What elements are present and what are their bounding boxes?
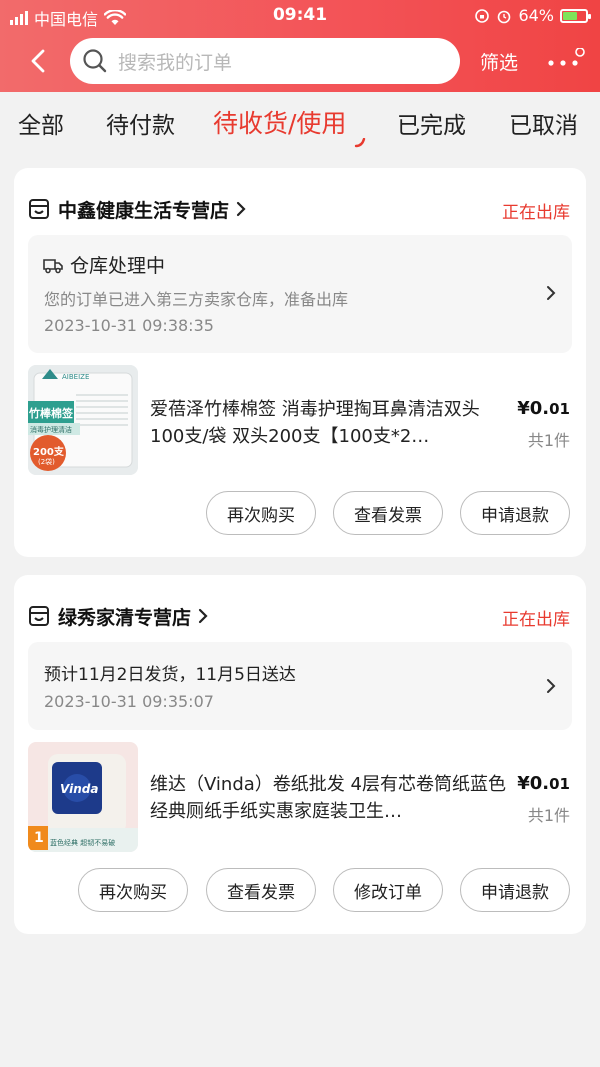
logistics-time: 2023-10-31 09:35:07 (44, 692, 214, 711)
battery-label: 64% (518, 6, 554, 25)
filter-button[interactable]: 筛选 (480, 48, 518, 75)
chevron-right-icon (547, 679, 556, 693)
product-thumbnail[interactable]: AIBEIZE 竹棒棉签 消毒护理清洁 200支 (2袋) (28, 365, 138, 475)
logistics-title-row: 仓库处理中 (42, 251, 165, 278)
thumb-badge-sub: (2袋) (38, 458, 55, 466)
price-main: ¥0. (517, 773, 550, 794)
more-icon[interactable] (546, 48, 586, 78)
product-thumbnail[interactable]: Vinda 1 蓝色经典 超韧不易破 (28, 742, 138, 852)
request-refund-button[interactable]: 申请退款 (460, 868, 570, 912)
product-price: ¥0.01 (517, 398, 570, 419)
modify-order-button[interactable]: 修改订单 (333, 868, 443, 912)
status-bar: 中国电信 09:41 64% (0, 0, 600, 32)
view-invoice-button[interactable]: 查看发票 (206, 868, 316, 912)
store-icon (29, 199, 49, 219)
active-tab-indicator (354, 138, 366, 148)
tab-completed[interactable]: 已完成 (397, 106, 466, 140)
view-invoice-button[interactable]: 查看发票 (333, 491, 443, 535)
thumb-brand-text: AIBEIZE (62, 373, 90, 381)
product-quantity: 共1件 (527, 431, 570, 450)
alarm-icon (498, 10, 511, 23)
store-name: 中鑫健康生活专营店 (58, 199, 230, 222)
tab-all[interactable]: 全部 (18, 106, 64, 140)
logistics-title: 仓库处理中 (70, 255, 166, 277)
order-card[interactable]: 中鑫健康生活专营店 正在出库 仓库处理中 您的订单已进入第三方卖家仓库，准备出库… (14, 168, 586, 557)
rotation-lock-icon (475, 8, 490, 23)
product-quantity: 共1件 (527, 806, 570, 825)
price-decimal: 01 (549, 775, 570, 793)
tab-to-receive[interactable]: 待收货/使用 (213, 104, 346, 140)
order-tabs: 全部 待付款 待收货/使用 已完成 已取消 (0, 92, 600, 152)
order-status: 正在出库 (502, 203, 570, 223)
order-card[interactable]: 绿秀家清专营店 正在出库 预计11月2日发货，11月5日送达 2023-10-3… (14, 575, 586, 934)
price-main: ¥0. (517, 398, 550, 419)
chevron-right-icon (236, 201, 246, 217)
thumb-sub-text: 蓝色经典 超韧不易破 (50, 839, 116, 847)
product-price: ¥0.01 (517, 773, 570, 794)
toilet-paper-image (28, 742, 138, 852)
request-refund-button[interactable]: 申请退款 (460, 491, 570, 535)
tab-pending-payment[interactable]: 待付款 (106, 106, 175, 140)
product-title[interactable]: 维达（Vinda）卷纸批发 4层有芯卷筒纸蓝色经典厕纸手纸实惠家庭装卫生… (150, 771, 510, 825)
store-icon (29, 606, 49, 626)
store-row[interactable]: 中鑫健康生活专营店 (28, 196, 247, 222)
store-row[interactable]: 绿秀家清专营店 (28, 603, 209, 629)
header: 中国电信 09:41 64% 搜索我的订单 筛选 (0, 0, 600, 92)
logistics-box[interactable]: 预计11月2日发货，11月5日送达 2023-10-31 09:35:07 (28, 642, 572, 730)
tab-cancelled[interactable]: 已取消 (509, 106, 578, 140)
battery-icon (560, 8, 591, 23)
thumb-product-text: 竹棒棉签 (29, 407, 73, 420)
buy-again-button[interactable]: 再次购买 (78, 868, 188, 912)
delivery-estimate: 预计11月2日发货，11月5日送达 (44, 665, 296, 685)
truck-icon (43, 258, 63, 273)
back-icon[interactable] (24, 46, 54, 76)
thumb-brand-text: Vinda (60, 782, 99, 796)
price-decimal: 01 (549, 400, 570, 418)
product-title[interactable]: 爱蓓泽竹棒棉签 消毒护理掏耳鼻清洁双头100支/袋 双头200支【100支*2… (150, 396, 510, 450)
logistics-box[interactable]: 仓库处理中 您的订单已进入第三方卖家仓库，准备出库 2023-10-31 09:… (28, 235, 572, 353)
chevron-right-icon (198, 608, 208, 624)
logistics-desc: 您的订单已进入第三方卖家仓库，准备出库 (44, 290, 349, 309)
store-name: 绿秀家清专营店 (58, 606, 192, 629)
search-input[interactable]: 搜索我的订单 (70, 38, 460, 84)
thumb-badge-main: 200支 (33, 447, 64, 458)
nav-row: 搜索我的订单 筛选 (0, 36, 600, 86)
status-right: 64% (474, 6, 591, 25)
buy-again-button[interactable]: 再次购买 (206, 491, 316, 535)
battery-fill (563, 11, 577, 20)
search-placeholder: 搜索我的订单 (118, 51, 233, 74)
thumb-badge-main: 1 (34, 830, 44, 846)
thumb-sub-text: 消毒护理清洁 (30, 426, 72, 434)
order-status: 正在出库 (502, 610, 570, 630)
logistics-time: 2023-10-31 09:38:35 (44, 316, 214, 335)
chevron-right-icon (547, 286, 556, 300)
search-icon (83, 49, 107, 73)
